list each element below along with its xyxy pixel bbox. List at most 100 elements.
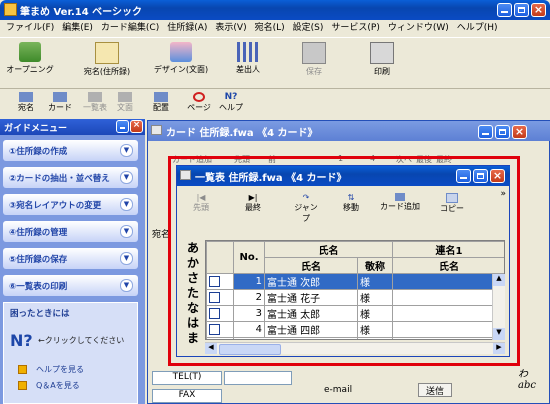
- sender-button[interactable]: 差出人: [226, 42, 270, 75]
- sub-page-button[interactable]: ページ: [186, 92, 212, 113]
- card-tel-field[interactable]: TEL(T): [152, 371, 222, 385]
- row-name[interactable]: 富士通 花子: [264, 289, 358, 306]
- sub-atena-button[interactable]: 宛名: [14, 92, 38, 113]
- menu-item-6[interactable]: 設定(S): [289, 21, 328, 35]
- horizontal-scrollbar[interactable]: ◀ ▶: [205, 342, 505, 355]
- sub-help-button[interactable]: N? ヘルプ: [218, 92, 244, 113]
- row-checkbox[interactable]: [206, 273, 234, 290]
- guide-item-5[interactable]: ⑤住所録の保存 ▼: [3, 248, 138, 269]
- row-checkbox[interactable]: [206, 321, 234, 338]
- guide-item-6[interactable]: ⑥一覧表の印刷 ▼: [3, 275, 138, 296]
- row-joint[interactable]: [392, 305, 504, 322]
- list-jump-button[interactable]: ↷ ジャンプ: [291, 193, 321, 224]
- guide-item-1[interactable]: ①住所録の作成 ▼: [3, 140, 138, 161]
- guide-item-3[interactable]: ③宛名レイアウトの変更 ▼: [3, 194, 138, 215]
- address-book-button[interactable]: 宛名(住所録): [76, 42, 138, 77]
- sub-atena-label: 宛名: [18, 103, 34, 112]
- row-joint[interactable]: [392, 289, 504, 306]
- menu-item-5[interactable]: 宛名(L): [251, 21, 289, 35]
- guide-close-button[interactable]: ×: [130, 120, 143, 133]
- row-no: 3: [233, 305, 265, 322]
- row-honorific[interactable]: 様: [357, 273, 393, 290]
- list-last-button[interactable]: ▶| 最終: [241, 193, 265, 213]
- card-maximize-button[interactable]: [495, 125, 510, 139]
- kana-index-item[interactable]: あ: [183, 241, 203, 256]
- close-button[interactable]: ×: [531, 3, 546, 17]
- row-name[interactable]: 富士通 次郎: [264, 273, 358, 290]
- print-button[interactable]: 印刷: [364, 42, 400, 77]
- row-joint[interactable]: [392, 321, 504, 338]
- kana-index-item[interactable]: は: [183, 316, 203, 331]
- card-tel-input[interactable]: [224, 371, 292, 385]
- guide-item-4[interactable]: ④住所録の管理 ▼: [3, 221, 138, 242]
- new-row[interactable]: 新規: [206, 337, 504, 339]
- list-move-button[interactable]: ⇅ 移動: [339, 193, 363, 213]
- kana-index-item[interactable]: た: [183, 286, 203, 301]
- guide-item-label: ③宛名レイアウトの変更: [9, 201, 102, 211]
- row-checkbox[interactable]: [206, 305, 234, 322]
- menu-item-3[interactable]: 住所録(A): [163, 21, 211, 35]
- table-row[interactable]: 3 富士通 太郎様: [206, 305, 504, 322]
- list-minimize-button[interactable]: [456, 169, 471, 183]
- help-link[interactable]: ヘルプを見る: [36, 364, 84, 375]
- row-name[interactable]: 富士通 四郎: [264, 321, 358, 338]
- list-close-button[interactable]: ×: [490, 169, 505, 183]
- opening-label: オープニング: [6, 65, 54, 74]
- guide-minimize-button[interactable]: [116, 120, 129, 133]
- menu-item-4[interactable]: 表示(V): [211, 21, 250, 35]
- toolbar-overflow-chevron[interactable]: »: [500, 189, 506, 199]
- row-name[interactable]: 富士通 太郎: [264, 305, 358, 322]
- menu-item-7[interactable]: サービス(P): [327, 21, 383, 35]
- sub-bunmen-button[interactable]: 文面: [112, 92, 138, 113]
- table-row[interactable]: 2 富士通 花子様: [206, 289, 504, 306]
- header-check: [206, 241, 234, 274]
- kana-index-item[interactable]: さ: [183, 271, 203, 286]
- menu-item-2[interactable]: カード編集(C): [97, 21, 163, 35]
- row-honorific[interactable]: 様: [357, 321, 393, 338]
- sub-card-label: カード: [48, 103, 72, 112]
- menu-item-0[interactable]: ファイル(F): [2, 21, 58, 35]
- qa-link[interactable]: Q＆Aを見る: [36, 380, 80, 391]
- menu-item-8[interactable]: ウィンドウ(W): [384, 21, 453, 35]
- guide-item-2[interactable]: ②カードの抽出・並べ替え ▼: [3, 167, 138, 188]
- list-copy-button[interactable]: コピー: [437, 193, 467, 214]
- kana-index-item[interactable]: ま: [183, 331, 203, 346]
- chevron-down-icon: ▼: [120, 252, 133, 265]
- row-joint[interactable]: [392, 273, 504, 290]
- table-row[interactable]: 4 富士通 四郎様: [206, 321, 504, 338]
- sub-card-button[interactable]: カード: [46, 92, 74, 113]
- list-jump-label: ジャンプ: [294, 203, 318, 223]
- list-maximize-button[interactable]: [473, 169, 488, 183]
- menu-item-9[interactable]: ヘルプ(H): [453, 21, 502, 35]
- question-icon: N?: [10, 331, 33, 350]
- maximize-button[interactable]: [514, 3, 529, 17]
- kana-index-item[interactable]: な: [183, 301, 203, 316]
- header-joint-sub: 氏名: [392, 257, 504, 274]
- kana-index-item[interactable]: か: [183, 256, 203, 271]
- print-icon: [370, 42, 394, 64]
- card-minimize-button[interactable]: [478, 125, 493, 139]
- card-fax-field[interactable]: FAX: [152, 389, 222, 403]
- list-toolbar: |◀ 先頭 ▶| 最終 ↷ ジャンプ ⇅ 移動 カード追加 コピー »: [177, 187, 510, 223]
- save-button[interactable]: 保存: [296, 42, 332, 77]
- sub-list-button[interactable]: 一覧表: [78, 92, 112, 113]
- list-first-button[interactable]: |◀ 先頭: [189, 193, 213, 213]
- design-button[interactable]: デザイン(文面): [150, 42, 212, 75]
- sub-layout-button[interactable]: 配置: [148, 92, 174, 113]
- menu-item-1[interactable]: 編集(E): [58, 21, 97, 35]
- opening-button[interactable]: オープニング: [4, 42, 56, 75]
- vertical-scrollbar[interactable]: ▲ ▼: [492, 274, 505, 340]
- click-hint: ←クリックしてください: [38, 336, 125, 345]
- row-honorific[interactable]: 様: [357, 305, 393, 322]
- list-window: 一覧表 住所録.fwa 《4 カード》 × |◀ 先頭 ▶| 最終 ↷ ジャンプ ⇅ 移…: [176, 165, 510, 357]
- row-checkbox[interactable]: [206, 289, 234, 306]
- row-honorific[interactable]: 様: [357, 289, 393, 306]
- card-send-button[interactable]: 送信: [418, 383, 452, 397]
- row-checkbox[interactable]: [206, 337, 234, 339]
- table-row[interactable]: 1 富士通 次郎様: [206, 273, 504, 290]
- empty-cell: [357, 337, 393, 339]
- minimize-button[interactable]: [497, 3, 512, 17]
- card-close-button[interactable]: ×: [512, 125, 527, 139]
- card-title: カード 住所録.fwa 《4 カード》: [166, 128, 318, 139]
- list-add-card-button[interactable]: カード追加: [377, 193, 423, 212]
